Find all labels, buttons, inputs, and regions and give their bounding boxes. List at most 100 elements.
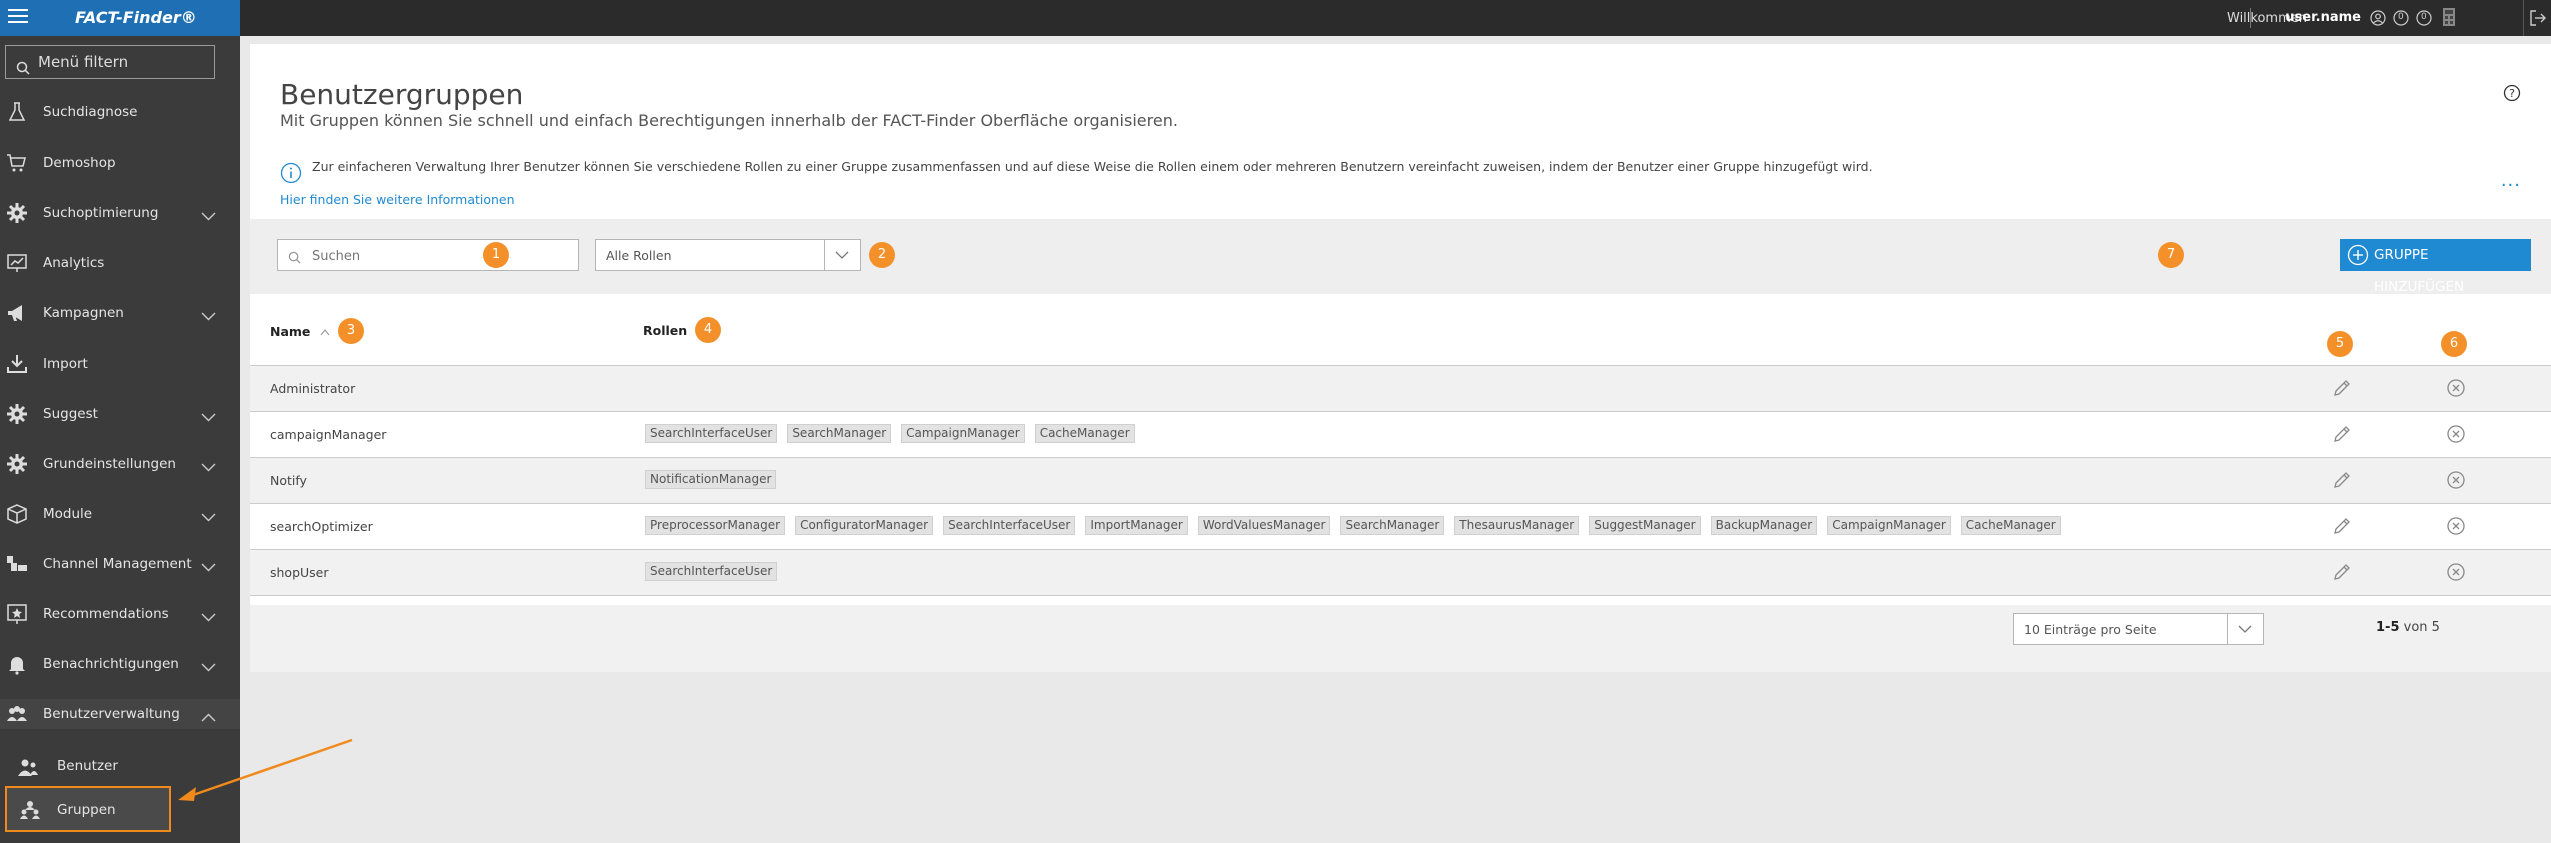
add-group-button[interactable]: GRUPPE HINZUFÜGEN: [2340, 239, 2531, 295]
info-link[interactable]: Hier finden Sie weitere Informationen: [280, 192, 515, 207]
users-icon: [6, 703, 28, 725]
user-icon: [17, 756, 39, 778]
sidebar-item-suchoptimierung[interactable]: Suchoptimierung: [0, 198, 240, 228]
chevron-down-icon[interactable]: [201, 309, 216, 325]
bell-icon: [6, 653, 28, 675]
username[interactable]: user.name: [2285, 10, 2361, 25]
sidebar-item-benutzerverwaltung[interactable]: Benutzerverwaltung: [0, 699, 240, 729]
sidebar-item-suchdiagnose[interactable]: Suchdiagnose: [0, 97, 240, 127]
sidebar-item-module[interactable]: Module: [0, 499, 240, 529]
sidebar-item-label: Kampagnen: [43, 305, 124, 321]
table-row: searchOptimizer PreprocessorManager Config…: [250, 504, 2551, 550]
page-range: 1-5: [2376, 620, 2400, 635]
sidebar-item-import[interactable]: Import: [0, 349, 240, 379]
chevron-down-icon[interactable]: [201, 460, 216, 476]
edit-pencil-icon[interactable]: [2332, 470, 2352, 494]
column-header-name[interactable]: Name: [270, 324, 330, 339]
search-icon: [16, 54, 30, 86]
add-group-label: GRUPPE HINZUFÜGEN: [2374, 247, 2465, 295]
edit-pencil-icon[interactable]: [2332, 562, 2352, 586]
sidebar-item-benachrichtigungen[interactable]: Benachrichtigungen: [0, 649, 240, 679]
delete-circle-icon[interactable]: [2446, 424, 2466, 448]
more-options-button[interactable]: ...: [2501, 170, 2521, 191]
group-name: Notify: [270, 473, 307, 488]
role-tag: BackupManager: [1710, 516, 1818, 535]
per-page-select[interactable]: 10 Einträge pro Seite: [2013, 613, 2264, 645]
sidebar-item-channel-management[interactable]: Channel Management: [0, 549, 240, 579]
sidebar-item-suggest[interactable]: Suggest: [0, 399, 240, 429]
role-tag: SearchManager: [787, 424, 892, 443]
role-tag: SearchInterfaceUser: [943, 516, 1076, 535]
sidebar-item-label: Benutzerverwaltung: [43, 706, 180, 722]
hamburger-menu-icon[interactable]: [8, 9, 28, 25]
role-tag: PreprocessorManager: [645, 516, 786, 535]
annotation-badge-1: 1: [483, 242, 509, 268]
sidebar-item-analytics[interactable]: Analytics: [0, 248, 240, 278]
plus-circle-icon: [2347, 244, 2369, 278]
calculator-icon[interactable]: [2442, 7, 2458, 26]
delete-circle-icon[interactable]: [2446, 470, 2466, 494]
chevron-down-icon[interactable]: [201, 560, 216, 576]
chevron-down-icon[interactable]: [201, 610, 216, 626]
group-icon: [19, 799, 41, 821]
sidebar-item-kampagnen[interactable]: Kampagnen: [0, 298, 240, 328]
group-name: searchOptimizer: [270, 519, 373, 534]
role-list: PreprocessorManager ConfiguratorManager Se…: [645, 516, 2061, 538]
chevron-up-icon[interactable]: [201, 710, 216, 726]
message-count: 0: [2421, 12, 2427, 22]
delete-circle-icon[interactable]: [2446, 562, 2466, 586]
table-row: Administrator: [250, 366, 2551, 412]
annotation-arrow: [178, 738, 353, 801]
page-subtitle: Mit Gruppen können Sie schnell und einfa…: [280, 111, 1178, 130]
info-icon: [280, 162, 302, 188]
sidebar-item-recommendations[interactable]: Recommendations: [0, 599, 240, 629]
column-header-roles: Rollen: [643, 323, 688, 338]
delete-circle-icon[interactable]: [2446, 378, 2466, 402]
chevron-down-icon[interactable]: [824, 240, 860, 270]
chevron-down-icon[interactable]: [201, 410, 216, 426]
roles-filter-select[interactable]: Alle Rollen: [595, 239, 861, 271]
sidebar-item-label: Demoshop: [43, 155, 116, 171]
menu-filter-input[interactable]: Menü filtern: [5, 45, 215, 79]
group-name: Administrator: [270, 381, 356, 396]
sidebar-item-label: Suggest: [43, 406, 98, 422]
group-name: campaignManager: [270, 427, 387, 442]
edit-pencil-icon[interactable]: [2332, 516, 2352, 540]
edit-pencil-icon[interactable]: [2332, 424, 2352, 448]
help-icon[interactable]: ?: [2503, 84, 2521, 106]
search-field[interactable]: [277, 239, 579, 271]
sort-ascending-icon[interactable]: [320, 329, 330, 336]
annotation-badge-6: 6: [2441, 331, 2467, 357]
chart-icon: [6, 252, 28, 274]
notification-count-icon[interactable]: 0: [2393, 10, 2409, 26]
annotation-badge-7: 7: [2158, 242, 2184, 268]
sidebar-item-label: Recommendations: [43, 606, 169, 622]
sidebar-item-label: Module: [43, 506, 93, 522]
logout-button[interactable]: [2523, 0, 2551, 36]
sidebar-item-label: Channel Management: [43, 556, 192, 572]
message-count-icon[interactable]: 0: [2416, 10, 2432, 26]
role-tag: SearchInterfaceUser: [645, 562, 778, 581]
sidebar-subitem-label: Gruppen: [57, 802, 116, 818]
sidebar-item-demoshop[interactable]: Demoshop: [0, 148, 240, 178]
user-profile-icon[interactable]: [2370, 10, 2386, 26]
chevron-down-icon[interactable]: [201, 510, 216, 526]
delete-circle-icon[interactable]: [2446, 516, 2466, 540]
role-list: SearchInterfaceUser SearchManager Campaign…: [645, 424, 1135, 446]
menu-filter-label: Menü filtern: [38, 53, 129, 71]
chevron-down-icon[interactable]: [2227, 614, 2263, 644]
edit-pencil-icon[interactable]: [2332, 378, 2352, 402]
megaphone-icon: [6, 302, 28, 324]
chevron-down-icon[interactable]: [201, 209, 216, 225]
gear-icon: [6, 453, 28, 475]
sidebar-subitem-gruppen[interactable]: Gruppen: [5, 786, 171, 832]
sidebar-item-grundeinstellungen[interactable]: Grundeinstellungen: [0, 449, 240, 479]
search-input[interactable]: [312, 244, 512, 268]
notification-count: 0: [2398, 12, 2404, 22]
sidebar: Menü filtern Suchdiagnose Demoshop Suchopt…: [0, 0, 240, 843]
role-tag: ThesaurusManager: [1454, 516, 1580, 535]
sidebar-item-label: Benachrichtigungen: [43, 656, 179, 672]
chevron-down-icon[interactable]: [201, 660, 216, 676]
table-row: Notify NotificationManager: [250, 458, 2551, 504]
role-list: NotificationManager: [645, 470, 777, 492]
